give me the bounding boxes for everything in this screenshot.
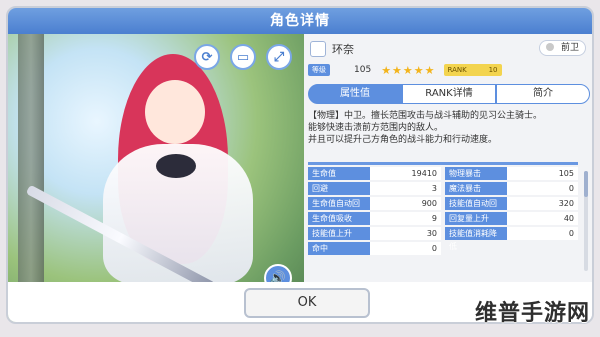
stats-table: 生命值19410 物理暴击105 回避3 魔法暴击0 生命值自动回复900 技能…: [308, 162, 588, 274]
dialog-title: 角色详情: [270, 13, 330, 29]
stat-name: 技能值消耗降低: [445, 227, 507, 251]
stat-row: 生命值吸收 9: [308, 212, 441, 225]
tab-rank-details[interactable]: RANK详情: [402, 84, 496, 104]
stat-name: 技能值自动回复: [445, 197, 507, 221]
tree-trunk: [18, 34, 44, 322]
stat-value: 320: [558, 199, 574, 208]
position-badge: 前卫: [539, 40, 586, 56]
stat-value: 3: [431, 184, 437, 193]
stat-row: 魔法暴击 0: [445, 182, 578, 195]
stat-value: 105: [558, 169, 574, 178]
stat-value: 19410: [411, 169, 437, 178]
stat-name: 生命值自动回复: [308, 197, 370, 221]
rank-value: 10: [488, 66, 498, 74]
stat-value: 0: [431, 244, 437, 253]
rotate-icon: ⟳: [201, 49, 213, 65]
stat-name: 回复量上升: [445, 212, 507, 225]
level-row: 等级 105 ★★★★★ RANK 10: [308, 62, 590, 78]
level-value: 105: [354, 65, 372, 75]
stat-name: 生命值吸收: [308, 212, 370, 225]
stat-row: 技能值上升 30: [308, 227, 441, 240]
ok-button[interactable]: OK: [244, 288, 370, 318]
stats-scrollbar[interactable]: [584, 171, 588, 271]
stat-name: 生命值: [308, 167, 370, 180]
details-panel: 环奈 前卫 等级 105 ★★★★★ RANK 10 属性值 RANK详情 简介…: [308, 38, 590, 278]
stat-value: 40: [563, 214, 574, 223]
stat-value: 900: [421, 199, 437, 208]
stat-name: 回避: [308, 182, 370, 195]
character-face: [145, 80, 205, 144]
scrollbar-thumb[interactable]: [584, 171, 588, 197]
position-icon: [546, 43, 555, 51]
level-badge: 等级: [308, 64, 330, 76]
detail-tabs: 属性值 RANK详情 简介: [308, 84, 590, 104]
tab-attributes[interactable]: 属性值: [308, 84, 402, 104]
stat-name: 技能值上升: [308, 227, 370, 240]
stat-name: 命中: [308, 242, 370, 255]
stat-name: 魔法暴击: [445, 182, 507, 195]
stat-value: 0: [568, 229, 574, 238]
stats-grid: 生命值19410 物理暴击105 回避3 魔法暴击0 生命值自动回复900 技能…: [308, 167, 578, 255]
stat-value: 30: [426, 229, 437, 238]
character-detail-dialog: 角色详情 ⟳ ▭ ⤢ 🔊 环奈 前卫 等级 105 ★★★★★ RANK 10 …: [6, 6, 594, 324]
description-line: 能够快速击溃前方范围内的敌人。: [308, 123, 444, 133]
stat-row: 技能值自动回复 320: [445, 197, 578, 221]
stat-row: 回避 3: [308, 182, 441, 195]
rotate-button[interactable]: ⟳: [194, 44, 220, 70]
stat-row: 生命值自动回复 900: [308, 197, 441, 221]
stat-row: 回复量上升 40: [445, 212, 578, 225]
character-description: 【物理】中卫。擅长范围攻击与战斗辅助的见习公主骑士。 能够快速击溃前方范围内的敌…: [308, 110, 590, 146]
card-icon: ▭: [236, 49, 250, 65]
stat-row: 技能值消耗降低 0: [445, 227, 578, 251]
stat-value: 0: [568, 184, 574, 193]
watermark: 维普手游网: [474, 301, 590, 326]
tab-profile[interactable]: 简介: [496, 84, 590, 104]
stat-name: 物理暴击: [445, 167, 507, 180]
position-label: 前卫: [560, 43, 579, 53]
stat-row: 命中 0: [308, 242, 441, 255]
character-ribbon: [156, 154, 196, 178]
name-row: 环奈 前卫: [308, 38, 590, 60]
rank-label: RANK: [447, 66, 467, 74]
stat-value: 9: [431, 214, 437, 223]
character-name: 环奈: [332, 43, 354, 56]
card-button[interactable]: ▭: [230, 44, 256, 70]
description-line: 并且可以提升己方角色的战斗能力和行动速度。: [308, 135, 498, 145]
character-art: ⟳ ▭ ⤢ 🔊: [8, 34, 304, 322]
expand-button[interactable]: ⤢: [266, 44, 292, 70]
character-avatar-icon: [310, 41, 326, 57]
description-line: 【物理】中卫。擅长范围攻击与战斗辅助的见习公主骑士。: [308, 111, 543, 121]
stat-row: 物理暴击 105: [445, 167, 578, 180]
title-bar: 角色详情: [8, 8, 592, 34]
rank-badge: RANK 10: [443, 64, 502, 76]
stat-row: 生命值 19410: [308, 167, 441, 180]
star-rating: ★★★★★: [381, 63, 436, 77]
expand-icon: ⤢: [273, 49, 285, 65]
